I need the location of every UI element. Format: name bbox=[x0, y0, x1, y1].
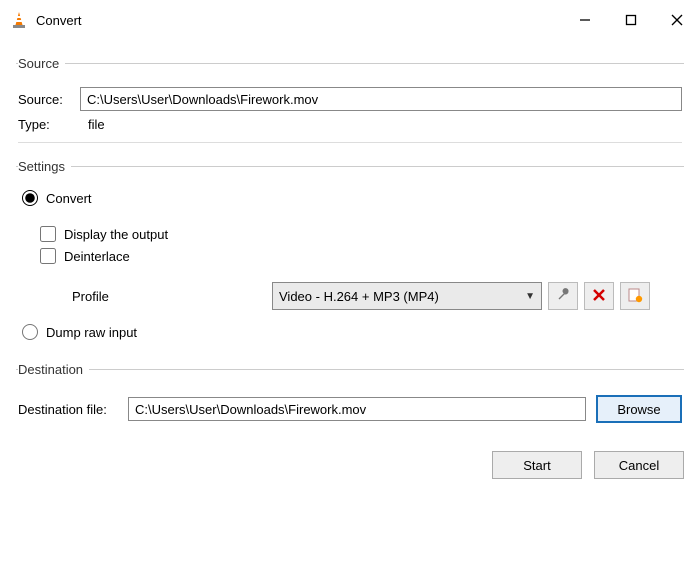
cancel-button[interactable]: Cancel bbox=[594, 451, 684, 479]
edit-profile-button[interactable] bbox=[548, 282, 578, 310]
wrench-icon bbox=[555, 287, 571, 306]
browse-button[interactable]: Browse bbox=[596, 395, 682, 423]
cancel-button-label: Cancel bbox=[619, 458, 659, 473]
source-input[interactable] bbox=[80, 87, 682, 111]
convert-options: Display the output Deinterlace Profile V… bbox=[36, 212, 682, 310]
display-output-checkbox[interactable] bbox=[40, 226, 56, 242]
profile-select-value: Video - H.264 + MP3 (MP4) bbox=[279, 289, 439, 304]
start-button[interactable]: Start bbox=[492, 451, 582, 479]
type-label: Type: bbox=[18, 117, 80, 132]
profile-label: Profile bbox=[72, 289, 272, 304]
source-label: Source: bbox=[18, 92, 80, 107]
type-value: file bbox=[88, 117, 105, 132]
display-output-label: Display the output bbox=[64, 227, 168, 242]
source-group: Source Source: Type: file bbox=[16, 56, 684, 149]
deinterlace-label: Deinterlace bbox=[64, 249, 130, 264]
deinterlace-checkbox[interactable] bbox=[40, 248, 56, 264]
destination-legend: Destination bbox=[18, 362, 89, 377]
vlc-cone-icon bbox=[10, 11, 28, 29]
dump-raw-radio-row[interactable]: Dump raw input bbox=[22, 324, 682, 340]
dialog-button-bar: Start Cancel bbox=[16, 451, 684, 479]
settings-group: Settings Convert Display the output Dein… bbox=[16, 159, 684, 352]
display-output-row[interactable]: Display the output bbox=[40, 226, 682, 242]
chevron-down-icon: ▼ bbox=[525, 291, 535, 302]
deinterlace-row[interactable]: Deinterlace bbox=[40, 248, 682, 264]
convert-radio-row[interactable]: Convert bbox=[22, 190, 682, 206]
dump-raw-radio[interactable] bbox=[22, 324, 38, 340]
browse-button-label: Browse bbox=[617, 402, 660, 417]
dump-raw-label: Dump raw input bbox=[46, 325, 137, 340]
minimize-button[interactable] bbox=[562, 0, 608, 40]
divider bbox=[18, 142, 682, 143]
destination-input[interactable] bbox=[128, 397, 586, 421]
settings-legend: Settings bbox=[18, 159, 71, 174]
convert-radio-label: Convert bbox=[46, 191, 92, 206]
start-button-label: Start bbox=[523, 458, 550, 473]
destination-label: Destination file: bbox=[18, 402, 128, 417]
profile-select[interactable]: Video - H.264 + MP3 (MP4) ▼ bbox=[272, 282, 542, 310]
close-button[interactable] bbox=[654, 0, 700, 40]
window-controls bbox=[562, 0, 700, 40]
new-profile-button[interactable] bbox=[620, 282, 650, 310]
destination-group: Destination Destination file: Browse bbox=[16, 362, 684, 433]
convert-radio[interactable] bbox=[22, 190, 38, 206]
maximize-button[interactable] bbox=[608, 0, 654, 40]
window-title: Convert bbox=[36, 13, 562, 28]
dialog-content: Source Source: Type: file Settings Conve… bbox=[0, 40, 700, 491]
delete-profile-button[interactable] bbox=[584, 282, 614, 310]
profile-row: Profile Video - H.264 + MP3 (MP4) ▼ bbox=[72, 282, 682, 310]
delete-icon bbox=[592, 288, 606, 305]
source-legend: Source bbox=[18, 56, 65, 71]
new-profile-icon bbox=[627, 287, 643, 306]
titlebar: Convert bbox=[0, 0, 700, 40]
